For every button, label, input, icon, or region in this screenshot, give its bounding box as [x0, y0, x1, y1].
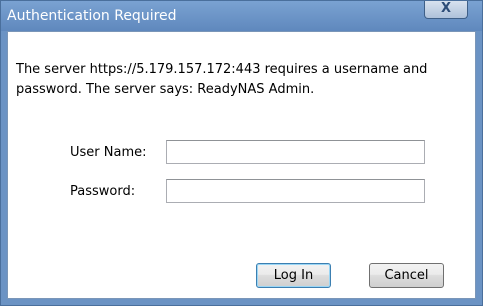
auth-message: The server https://5.179.157.172:443 req… [16, 62, 428, 97]
close-icon[interactable]: X [424, 1, 468, 19]
username-label: User Name: [70, 145, 147, 160]
dialog-body: The server https://5.179.157.172:443 req… [7, 31, 476, 299]
password-input[interactable] [166, 179, 425, 203]
login-button[interactable]: Log In [256, 263, 331, 288]
password-label: Password: [70, 184, 136, 199]
username-input[interactable] [166, 140, 425, 164]
dialog-title: Authentication Required [7, 8, 177, 24]
dialog-titlebar[interactable]: Authentication Required X [1, 1, 482, 31]
cancel-button[interactable]: Cancel [369, 263, 444, 288]
auth-dialog: Authentication Required X The server htt… [0, 0, 483, 306]
